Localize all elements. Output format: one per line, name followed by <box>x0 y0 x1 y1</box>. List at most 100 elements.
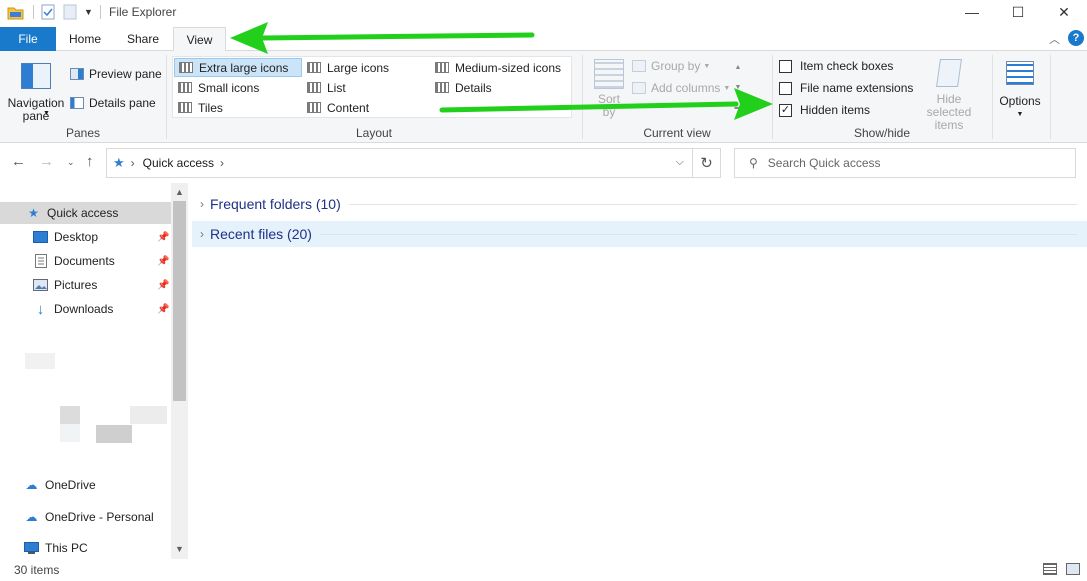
scroll-up-icon[interactable]: ▲ <box>735 64 742 71</box>
folder-icon[interactable] <box>7 3 25 21</box>
chevron-right-icon[interactable]: › <box>200 227 204 241</box>
hidden-items-checkbox[interactable]: ✓ Hidden items <box>779 103 870 117</box>
layout-item-label: Content <box>327 100 370 115</box>
extra-large-icons-icon <box>179 62 193 73</box>
details-pane-button[interactable]: Details pane <box>70 94 156 112</box>
scroll-up-icon[interactable]: ▲ <box>175 187 184 197</box>
star-icon: ★ <box>28 206 39 220</box>
pin-icon[interactable]: 📌 <box>157 304 169 315</box>
more-icon[interactable]: ▬ <box>735 104 742 111</box>
pin-icon[interactable]: 📌 <box>157 232 169 243</box>
layout-gallery-scroller[interactable]: ▲ ▼ ▬ <box>732 57 744 117</box>
details-view-icon[interactable] <box>1043 563 1057 575</box>
cloud-icon: ☁ <box>25 478 38 492</box>
layout-details[interactable]: Details <box>431 78 561 97</box>
redacted-area <box>60 424 80 442</box>
list-icon <box>307 82 321 93</box>
desktop-icon <box>33 230 48 244</box>
help-icon[interactable]: ? <box>1068 30 1084 46</box>
checkmark-icon[interactable]: ✓ <box>779 103 792 117</box>
checkbox-box[interactable] <box>779 59 792 73</box>
documents-icon <box>33 254 48 268</box>
chevron-right-icon[interactable]: › <box>200 197 204 211</box>
sidebar-item-documents[interactable]: Documents 📌 <box>0 250 171 272</box>
navigation-pane-label: Navigation pane <box>7 96 65 123</box>
options-label: Options <box>999 94 1041 108</box>
current-view-group-label: Current view <box>643 126 711 140</box>
breadcrumb-chevron-icon[interactable]: › <box>131 156 135 170</box>
options-button[interactable]: Options ▼ <box>996 61 1044 121</box>
layout-medium-icons[interactable]: Medium-sized icons <box>431 58 561 77</box>
layout-content[interactable]: Content <box>303 98 429 117</box>
layout-tiles[interactable]: Tiles <box>174 98 302 117</box>
sidebar-item-quick-access[interactable]: ★ Quick access <box>0 202 171 224</box>
nav-pane-scrollbar[interactable]: ▲ ▼ <box>171 183 188 559</box>
address-dropdown-chevron-icon[interactable]: ⌵ <box>676 156 684 169</box>
layout-list[interactable]: List <box>303 78 429 97</box>
minimize-button[interactable]: — <box>949 0 995 24</box>
pin-icon[interactable]: 📌 <box>157 256 169 267</box>
pictures-icon <box>33 278 48 292</box>
layout-extra-large-icons[interactable]: Extra large icons <box>174 58 302 77</box>
refresh-button[interactable]: ↻ <box>693 148 721 178</box>
search-input[interactable]: ⚲ Search Quick access <box>734 148 1076 178</box>
ribbon-tabs: File Home Share View <box>0 27 1087 52</box>
address-bar[interactable]: ★ › Quick access › ⌵ <box>106 148 693 178</box>
recent-locations-chevron-icon[interactable]: ⌄ <box>67 157 75 168</box>
breadcrumb[interactable]: Quick access <box>143 156 214 170</box>
sidebar-item-label: OneDrive <box>45 478 96 492</box>
sidebar-item-onedrive-personal[interactable]: ☁ OneDrive - Personal <box>0 506 171 528</box>
title-bar: ▼ File Explorer — ☐ ✕ <box>0 0 1087 24</box>
customize-toolbar-chevron-icon[interactable]: ▼ <box>84 3 94 21</box>
scrollbar-thumb[interactable] <box>173 201 186 401</box>
details-icon <box>435 82 449 93</box>
sidebar-item-downloads[interactable]: ↓ Downloads 📌 <box>0 298 171 320</box>
tab-home[interactable]: Home <box>58 27 112 51</box>
sidebar-item-onedrive[interactable]: ☁ OneDrive <box>0 474 171 496</box>
group-header-label: Recent files (20) <box>210 226 312 242</box>
tab-share[interactable]: Share <box>116 27 170 51</box>
sidebar-item-desktop[interactable]: Desktop 📌 <box>0 226 171 248</box>
forward-arrow-icon[interactable]: → <box>39 153 54 170</box>
group-header-recent-files[interactable]: › Recent files (20) <box>192 221 1087 247</box>
hide-selected-items-icon <box>936 59 962 87</box>
address-row: ← → ⌄ ↑ ★ › Quick access › ⌵ ↻ ⚲ Search … <box>0 143 1087 183</box>
sidebar-item-pictures[interactable]: Pictures 📌 <box>0 274 171 296</box>
group-header-frequent-folders[interactable]: › Frequent folders (10) <box>192 191 1087 217</box>
scroll-down-icon[interactable]: ▼ <box>735 84 742 91</box>
pin-icon[interactable]: 📌 <box>157 280 169 291</box>
collapse-ribbon-chevron-icon[interactable]: ︿ <box>1049 31 1060 47</box>
sort-by-button[interactable]: Sort by <box>592 59 626 119</box>
scroll-down-icon[interactable]: ▼ <box>175 544 184 554</box>
add-columns-button[interactable]: Add columns ▼ <box>632 79 730 97</box>
tab-file[interactable]: File <box>0 27 56 51</box>
file-name-extensions-checkbox[interactable]: File name extensions <box>779 81 913 95</box>
preview-pane-button[interactable]: Preview pane <box>70 65 162 83</box>
checkbox-box[interactable] <box>779 81 792 95</box>
status-bar: 30 items <box>0 559 1087 581</box>
large-icons-view-icon[interactable] <box>1066 563 1080 575</box>
item-check-boxes-checkbox[interactable]: Item check boxes <box>779 59 893 73</box>
back-arrow-icon[interactable]: ← <box>11 153 26 170</box>
layout-large-icons[interactable]: Large icons <box>303 58 429 77</box>
sort-by-label: Sort by <box>597 92 620 119</box>
up-arrow-icon[interactable]: ↑ <box>86 153 94 170</box>
tab-view[interactable]: View <box>173 27 226 52</box>
downloads-icon: ↓ <box>36 300 45 318</box>
properties-icon[interactable] <box>41 3 57 21</box>
group-by-button[interactable]: Group by ▼ <box>632 57 710 75</box>
close-button[interactable]: ✕ <box>1041 0 1087 24</box>
hide-selected-items-button[interactable]: Hide selected items <box>910 59 988 132</box>
new-folder-icon[interactable] <box>63 3 79 21</box>
preview-pane-label: Preview pane <box>89 67 162 81</box>
redacted-area <box>130 406 167 424</box>
navigation-pane: ★ Quick access Desktop 📌 Documents 📌 Pic… <box>0 183 188 559</box>
layout-small-icons[interactable]: Small icons <box>174 78 302 97</box>
sidebar-item-this-pc[interactable]: This PC <box>0 537 171 559</box>
group-by-icon <box>632 60 646 72</box>
layout-item-label: Large icons <box>327 60 390 75</box>
navigation-pane-button[interactable]: Navigation pane <box>6 63 66 123</box>
breadcrumb-chevron-icon[interactable]: › <box>220 156 224 170</box>
file-name-extensions-label: File name extensions <box>800 81 914 95</box>
maximize-button[interactable]: ☐ <box>995 0 1041 24</box>
